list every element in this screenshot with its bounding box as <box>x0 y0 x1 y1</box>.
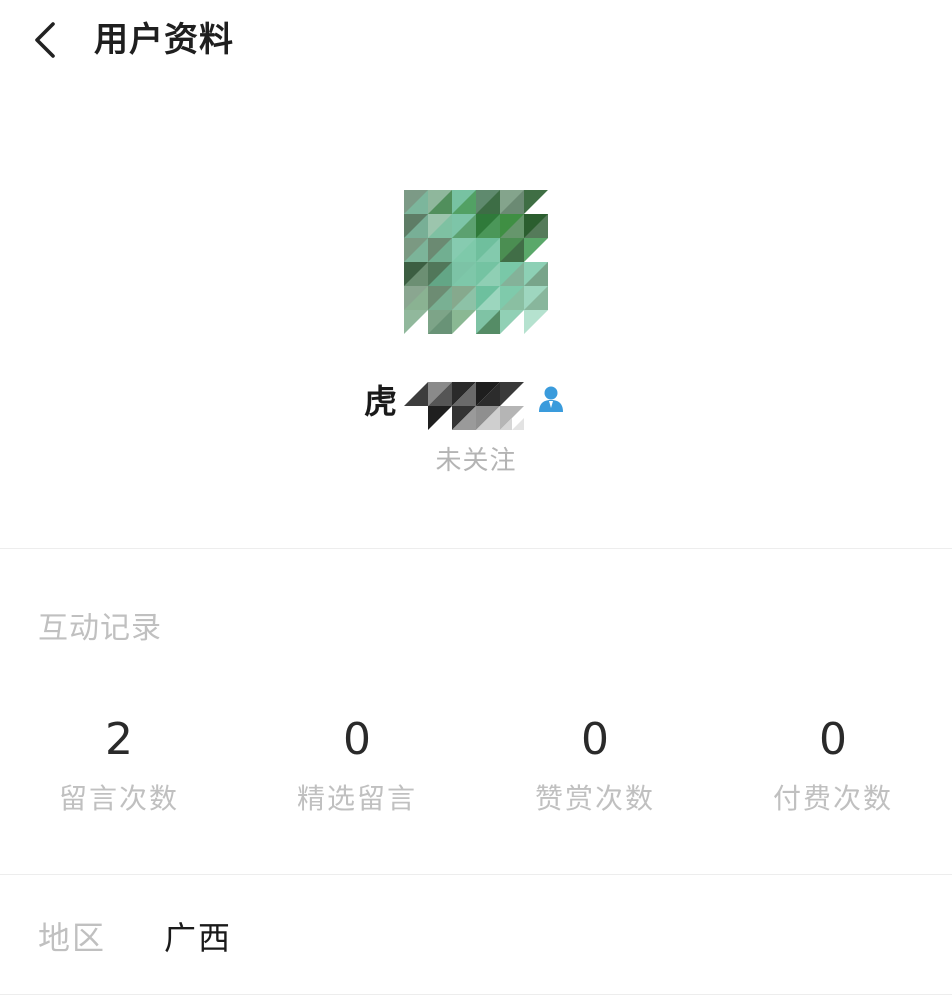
page-title: 用户资料 <box>94 20 234 60</box>
region-label: 地区 <box>38 919 107 957</box>
stat-tips[interactable]: 0 赞赏次数 <box>476 712 714 832</box>
user-name: 虎 <box>364 378 594 448</box>
name-mosaic <box>404 378 524 448</box>
divider <box>0 874 952 875</box>
stat-payments[interactable]: 0 付费次数 <box>714 712 952 832</box>
header: 用户资料 <box>0 0 952 86</box>
stat-value: 0 <box>343 714 371 765</box>
divider <box>0 548 952 549</box>
back-button[interactable] <box>26 18 66 62</box>
region-value: 广西 <box>164 919 233 957</box>
divider <box>0 994 952 995</box>
user-profile-page: 用户资料 虎 未关注 互动记录 2 留言次数 0 精选留言 0 赞赏次数 0 付… <box>0 0 952 1000</box>
stat-value: 0 <box>581 714 609 765</box>
user-name-text: 虎 <box>364 382 397 421</box>
section-title-interaction: 互动记录 <box>38 611 162 646</box>
avatar[interactable] <box>404 190 548 334</box>
stat-label: 赞赏次数 <box>534 782 655 815</box>
stat-label: 留言次数 <box>58 782 179 815</box>
stat-value: 0 <box>819 714 847 765</box>
user-badge-icon <box>536 384 566 414</box>
stat-label: 付费次数 <box>772 782 893 815</box>
stat-label: 精选留言 <box>296 782 417 815</box>
follow-status[interactable]: 未关注 <box>0 442 952 480</box>
stat-value: 2 <box>105 714 133 765</box>
chevron-left-icon <box>26 18 66 62</box>
stat-comments[interactable]: 2 留言次数 <box>0 712 238 832</box>
stat-featured-comments[interactable]: 0 精选留言 <box>238 712 476 832</box>
stats-row: 2 留言次数 0 精选留言 0 赞赏次数 0 付费次数 <box>0 712 952 832</box>
